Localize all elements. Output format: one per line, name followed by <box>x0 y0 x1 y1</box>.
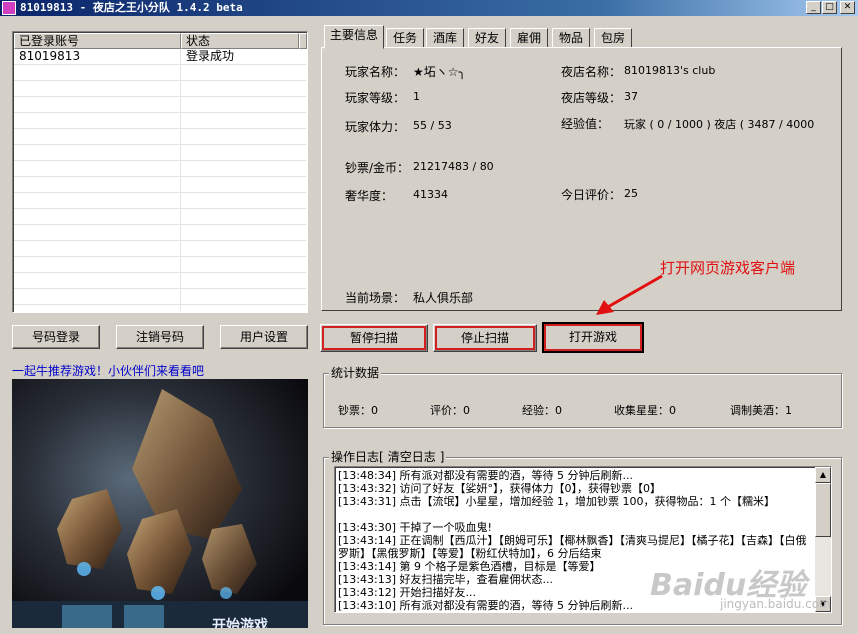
exp-value: 玩家 ( 0 / 1000 ) 夜店 ( 3487 / 4000 <box>624 118 815 131</box>
stats-group <box>323 373 842 428</box>
club-name-value: 81019813's club <box>624 64 716 77</box>
player-name-label: 玩家名称： <box>345 65 406 79</box>
log-line: [13:43:32] 访问了好友【娑妍°】，获得体力【0】，获得钞票【0】 <box>338 482 661 495</box>
luxury-value: 41334 <box>413 188 448 201</box>
log-title: 操作日志[ <box>331 450 384 464</box>
table-row-empty <box>14 97 306 113</box>
scroll-thumb[interactable] <box>815 483 831 537</box>
close-button[interactable]: ✕ <box>840 1 855 14</box>
money-value: 21217483 / 80 <box>413 160 494 173</box>
table-row-empty <box>14 193 306 209</box>
tab-private-room[interactable]: 包房 <box>594 28 632 48</box>
annotation-arrow-icon <box>596 274 663 315</box>
table-row-empty <box>14 273 306 289</box>
minimize-button[interactable]: _ <box>806 1 821 14</box>
pause-scan-button[interactable]: 暂停扫描 <box>320 324 428 352</box>
log-group-title: 操作日志[ 清空日志] <box>329 450 447 464</box>
log-line: [13:43:14] 正在调制【西瓜汁】【朗姆可乐】【椰林飘香】【清爽马提尼】【… <box>338 534 807 560</box>
table-row-empty <box>14 129 306 145</box>
tab-wine-cellar[interactable]: 酒库 <box>426 28 464 48</box>
table-row-empty <box>14 65 306 81</box>
table-row-empty <box>14 289 306 305</box>
stats-stars: 收集星星：0 <box>614 404 676 417</box>
app-icon <box>2 1 16 15</box>
stats-money: 钞票：0 <box>338 404 378 417</box>
window-title: 81019813 - 夜店之王小分队 1.4.2 beta <box>20 1 243 14</box>
maximize-button[interactable]: □ <box>822 1 837 14</box>
logout-button[interactable]: 注销号码 <box>116 325 204 349</box>
tab-friends[interactable]: 好友 <box>468 28 506 48</box>
log-scrollbar[interactable]: ▲ ▼ <box>815 467 831 612</box>
open-game-button[interactable]: 打开游戏 <box>542 322 644 353</box>
scene-label: 当前场景： <box>345 291 406 305</box>
baidu-watermark-url: jingyan.baidu.com <box>720 597 831 611</box>
table-row-empty <box>14 177 306 193</box>
table-row-empty <box>14 209 306 225</box>
player-name-value: ★坧ヽ☆╮ <box>413 65 466 79</box>
stats-rating: 评价：0 <box>430 404 470 417</box>
rating-label: 今日评价： <box>561 188 622 202</box>
tab-hire[interactable]: 雇佣 <box>510 28 548 48</box>
table-row[interactable]: 81019813 登录成功 <box>14 49 306 65</box>
tab-items[interactable]: 物品 <box>552 28 590 48</box>
club-level-value: 37 <box>624 90 638 103</box>
table-row-empty <box>14 225 306 241</box>
rating-value: 25 <box>624 187 638 200</box>
account-list[interactable]: 已登录账号 状态 81019813 登录成功 <box>12 31 308 313</box>
log-line: [13:43:31] 点击【流氓】小星星，增加经验 1，增加钞票 100，获得物… <box>338 495 775 508</box>
column-header-filler <box>299 33 307 49</box>
table-row-empty <box>14 113 306 129</box>
clear-log-link[interactable]: 清空日志 <box>388 450 436 464</box>
club-level-label: 夜店等级： <box>561 91 622 105</box>
account-cell: 81019813 <box>19 49 81 63</box>
ad-banner-image[interactable]: 开始游戏 <box>12 379 308 628</box>
log-line: [13:43:30] 干掉了一个吸血鬼! <box>338 521 492 534</box>
tab-main-info[interactable]: 主要信息 <box>324 25 384 49</box>
stats-exp: 经验：0 <box>522 404 562 417</box>
table-row-empty <box>14 145 306 161</box>
spaceship-artwork-icon <box>12 379 308 628</box>
luxury-label: 奢华度： <box>345 189 394 203</box>
stop-scan-button[interactable]: 停止扫描 <box>433 324 537 352</box>
table-row-empty <box>14 161 306 177</box>
log-title-end: ] <box>439 450 445 464</box>
scroll-up-icon[interactable]: ▲ <box>815 467 831 483</box>
column-header-status[interactable]: 状态 <box>181 33 299 49</box>
stamina-label: 玩家体力： <box>345 120 406 134</box>
player-level-label: 玩家等级： <box>345 91 406 105</box>
user-settings-button[interactable]: 用户设置 <box>220 325 308 349</box>
stats-group-title: 统计数据 <box>329 366 382 380</box>
ad-start-game-caption: 开始游戏 <box>212 618 268 628</box>
table-row-empty <box>14 257 306 273</box>
table-row-empty <box>14 241 306 257</box>
log-line: [13:48:34] 所有派对都没有需要的酒，等待 5 分钟后刷新... <box>338 469 633 482</box>
money-label: 钞票/金币： <box>345 161 410 175</box>
club-name-label: 夜店名称： <box>561 65 622 79</box>
player-level-value: 1 <box>413 90 420 103</box>
login-button[interactable]: 号码登录 <box>12 325 100 349</box>
stats-wine: 调制美酒：1 <box>730 404 792 417</box>
table-row-empty <box>14 81 306 97</box>
ad-link[interactable]: 一起牛推荐游戏！小伙伴们来看看吧 <box>12 362 204 379</box>
annotation-text: 打开网页游戏客户端 <box>660 259 796 277</box>
stamina-value: 55 / 53 <box>413 119 452 132</box>
exp-label: 经验值： <box>561 117 610 131</box>
scene-value: 私人俱乐部 <box>413 291 474 305</box>
status-cell: 登录成功 <box>186 49 235 63</box>
tab-tasks[interactable]: 任务 <box>386 28 424 48</box>
column-header-account[interactable]: 已登录账号 <box>14 33 181 49</box>
